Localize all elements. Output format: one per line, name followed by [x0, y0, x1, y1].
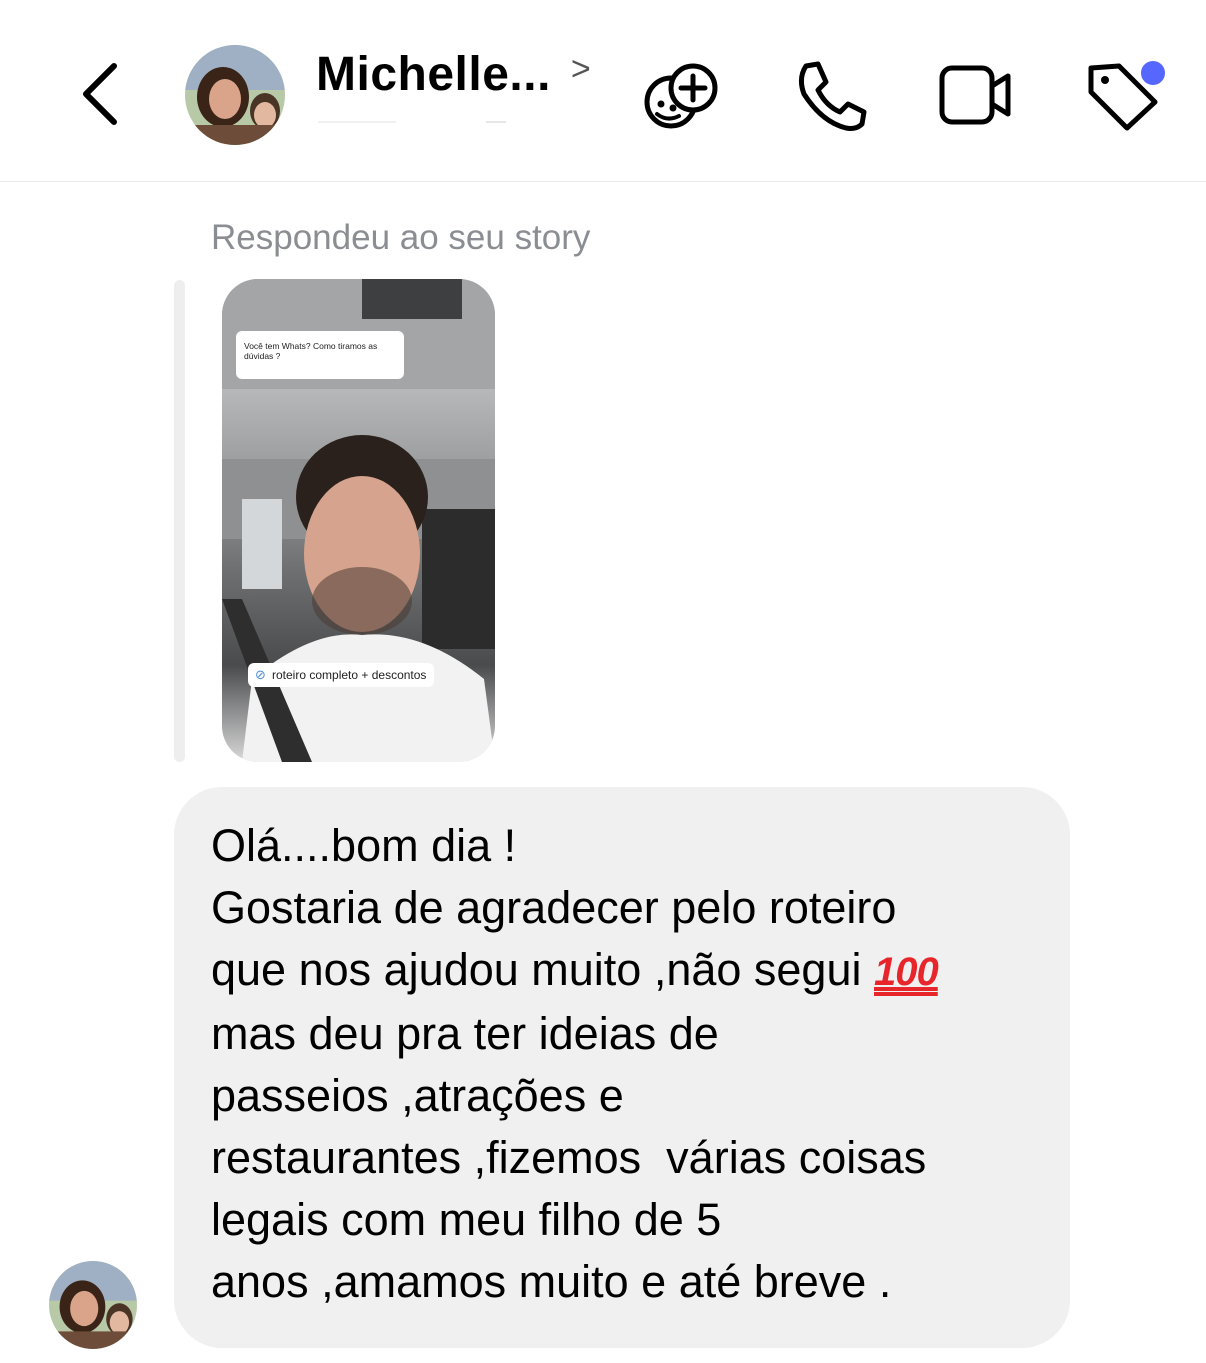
video-camera-icon: [939, 65, 1011, 125]
contact-name: Michelle...: [316, 47, 551, 101]
story-reply-label: Respondeu ao seu story: [211, 218, 591, 257]
sender-avatar[interactable]: [49, 1261, 137, 1349]
link-icon: ⊘: [255, 667, 266, 682]
game-controller-add-icon: [644, 63, 718, 129]
audio-call-button[interactable]: [792, 58, 872, 132]
chevron-left-icon: [83, 63, 117, 125]
back-button[interactable]: [70, 58, 130, 130]
link-sticker-text: roteiro completo + descontos: [272, 668, 427, 682]
hundred-points-emoji: 100: [874, 950, 939, 994]
message-line-text: que nos ajudou muito ,não segui: [211, 944, 862, 995]
game-button[interactable]: [643, 58, 723, 132]
contact-subtitle-faded: [318, 121, 506, 123]
story-question-card: Você tem Whats? Como tiramos as dúvidas …: [236, 331, 404, 379]
message-line: Gostaria de agradecer pelo roteiro: [211, 882, 897, 933]
message-line: mas deu pra ter ideias de: [211, 1008, 719, 1059]
chevron-right-icon: >: [570, 49, 591, 88]
message-line: Olá....bom dia !: [211, 820, 517, 871]
reply-indicator-bar: [174, 280, 185, 762]
message-line: anos ,amamos muito e até breve .: [211, 1256, 892, 1307]
phone-icon: [798, 61, 867, 131]
story-thumbnail[interactable]: Você tem Whats? Como tiramos as dúvidas …: [222, 279, 495, 762]
message-line: passeios ,atrações e: [211, 1070, 624, 1121]
contact-avatar[interactable]: [185, 45, 285, 145]
story-link-sticker[interactable]: ⊘ roteiro completo + descontos: [248, 663, 435, 687]
chat-header: Michelle... >: [0, 0, 1206, 182]
message-line: legais com meu filho de 5: [211, 1194, 722, 1245]
notification-dot: [1139, 59, 1167, 87]
message-line: restaurantes ,fizemos várias coisas: [211, 1132, 927, 1183]
message-line: que nos ajudou muito ,não segui 100: [211, 939, 1051, 1003]
message-text: Olá....bom dia ! Gostaria de agradecer p…: [211, 815, 1051, 1313]
video-call-button[interactable]: [936, 58, 1016, 132]
contact-name-link[interactable]: Michelle... >: [316, 44, 591, 104]
